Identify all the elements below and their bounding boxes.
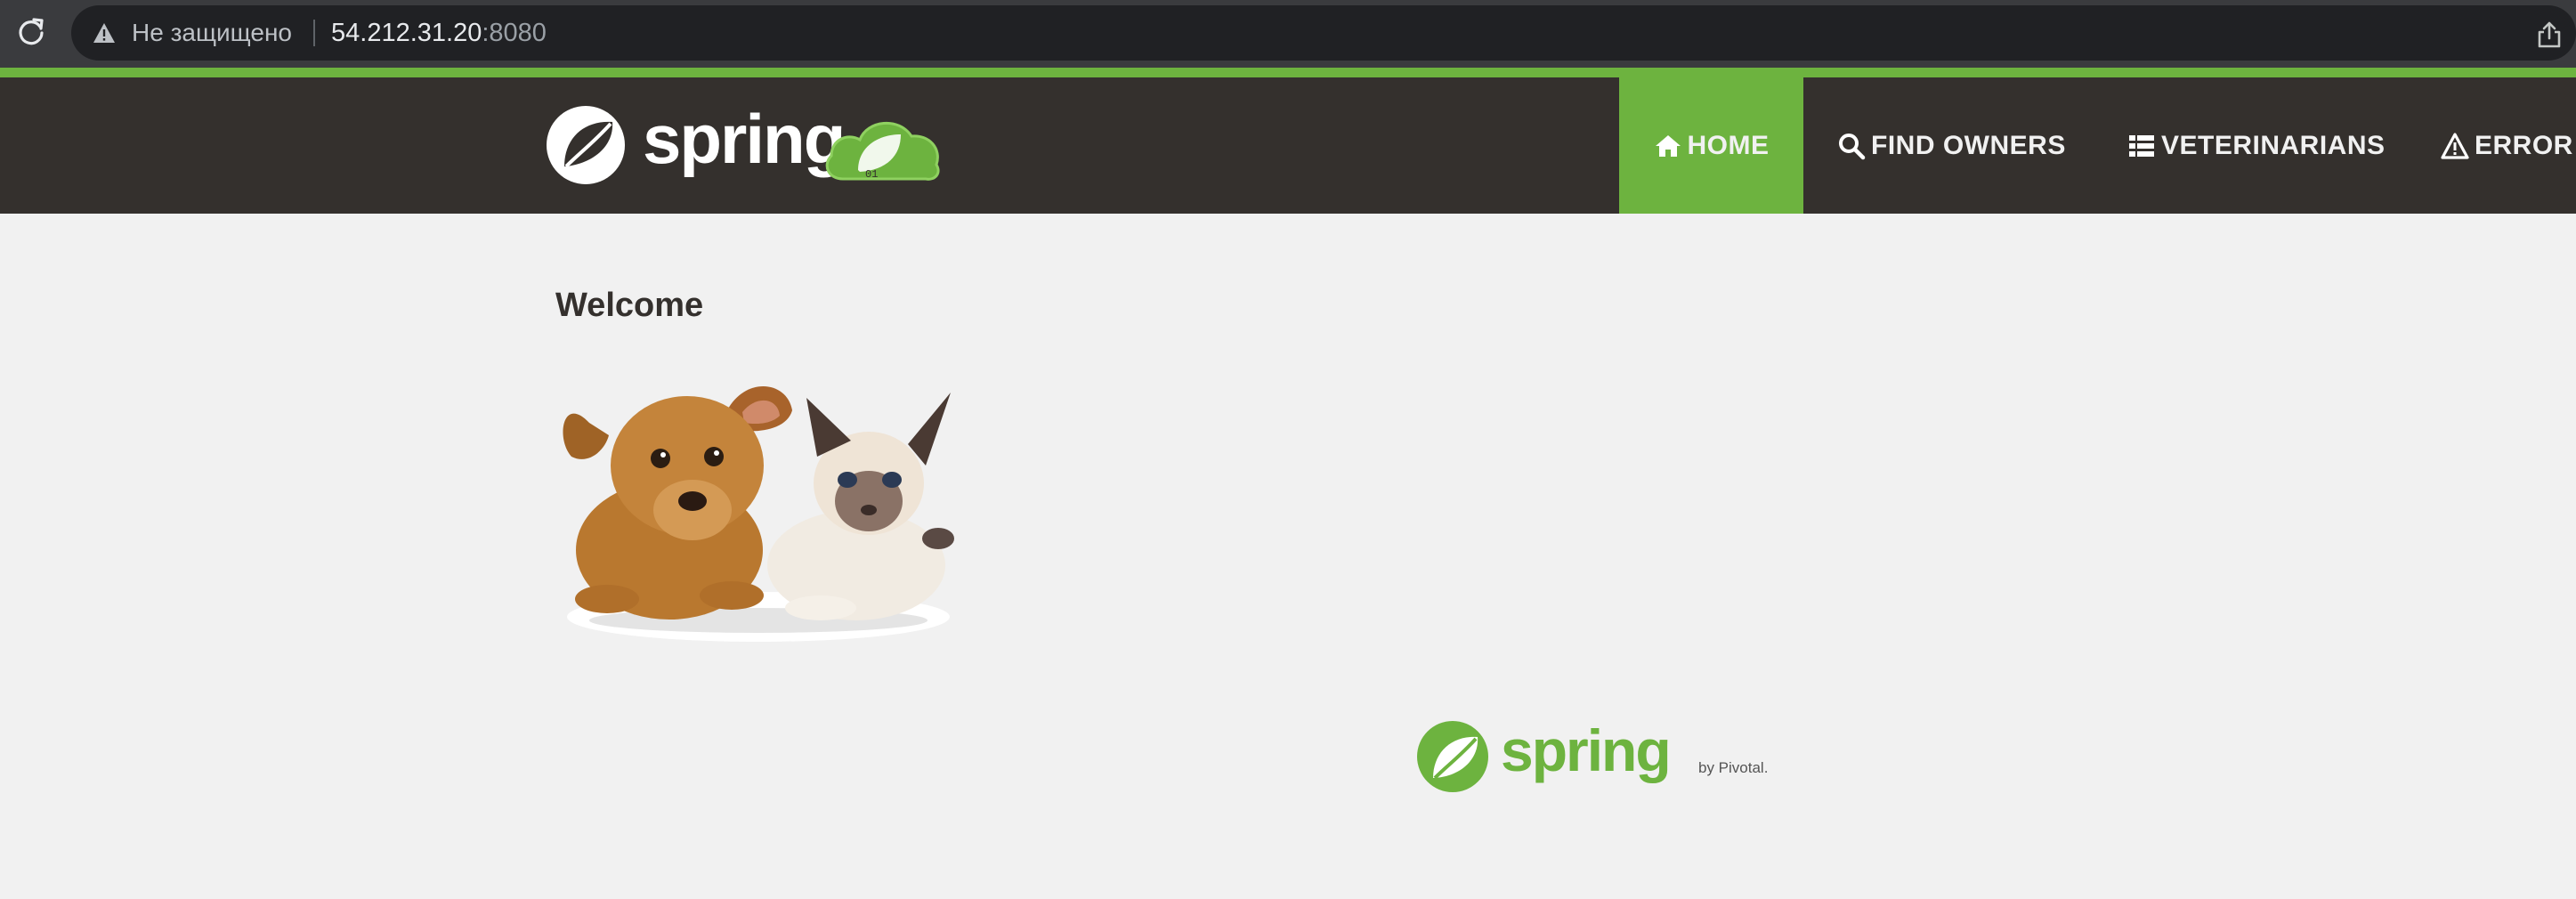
nav-home[interactable]: HOME xyxy=(1619,77,1803,214)
nav-find-owners[interactable]: FIND OWNERS xyxy=(1837,77,2066,214)
warning-icon[interactable] xyxy=(93,21,116,45)
svg-text:01: 01 xyxy=(865,168,878,181)
security-status-label[interactable]: Не защищено xyxy=(132,19,292,47)
nav-error-label: ERROR xyxy=(2475,130,2573,160)
nav-veterinarians[interactable]: VETERINARIANS xyxy=(2127,77,2386,214)
spring-by-pivotal-logo[interactable]: spring by Pivotal. xyxy=(1415,712,1780,801)
spring-logo[interactable]: spring 01 xyxy=(545,93,954,197)
browser-toolbar: Не защищено 54.212.31.20:8080 xyxy=(0,0,2576,68)
footer-spring-wordmark: spring xyxy=(1501,717,1670,783)
share-icon[interactable] xyxy=(2537,21,2562,48)
home-icon xyxy=(1655,134,1681,157)
nav-find-owners-label: FIND OWNERS xyxy=(1871,130,2066,160)
svg-text:spring: spring xyxy=(643,100,844,178)
nav-home-label: HOME xyxy=(1687,130,1770,160)
url-host: 54.212.31.20 xyxy=(331,19,482,47)
nav-error[interactable]: ERROR xyxy=(2441,77,2573,214)
address-bar[interactable]: Не защищено 54.212.31.20:8080 xyxy=(71,5,2576,61)
nav-veterinarians-label: VETERINARIANS xyxy=(2161,130,2386,160)
url-port: :8080 xyxy=(482,19,547,47)
url-text[interactable]: 54.212.31.20:8080 xyxy=(331,19,547,47)
reload-icon[interactable] xyxy=(16,16,46,46)
search-icon xyxy=(1839,133,1866,159)
navbar: spring 01 HOME FIND OWNERS VETERINARIANS xyxy=(0,77,2576,214)
address-bar-divider xyxy=(313,20,315,46)
warning-icon xyxy=(2441,132,2469,159)
footer-byline: by Pivotal. xyxy=(1698,759,1768,776)
list-icon xyxy=(2129,134,2154,157)
page-title: Welcome xyxy=(555,287,704,324)
accent-stripe xyxy=(0,68,2576,77)
pets-image xyxy=(563,385,954,642)
